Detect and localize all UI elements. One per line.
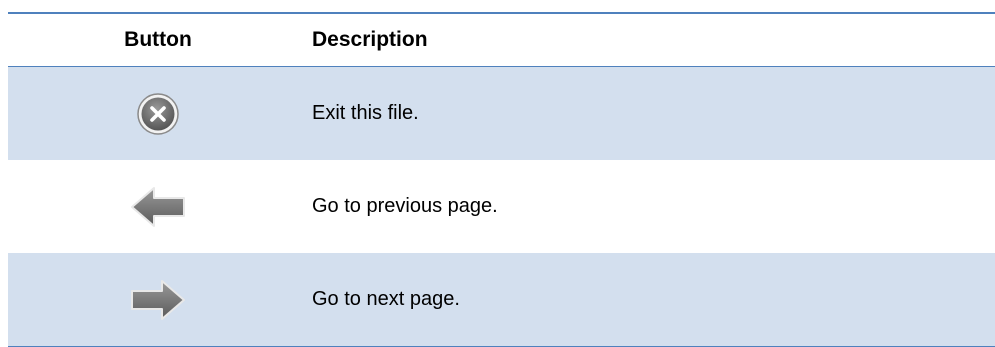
close-circle-icon[interactable] <box>136 92 180 136</box>
button-cell <box>8 278 308 322</box>
description-cell: Exit this file. <box>308 102 995 125</box>
button-cell <box>8 185 308 229</box>
table-row-previous: Go to previous page. <box>8 160 995 253</box>
arrow-left-icon[interactable] <box>129 185 187 229</box>
button-description-table: Button Description Exit this file. Go to… <box>8 0 995 347</box>
header-button-label: Button <box>124 28 192 51</box>
table-header-row: Button Description <box>8 14 995 67</box>
header-description-label: Description <box>312 28 428 51</box>
header-description-cell: Description <box>308 28 995 52</box>
description-text: Go to next page. <box>312 288 460 310</box>
description-text: Exit this file. <box>312 102 419 124</box>
description-cell: Go to previous page. <box>308 195 995 218</box>
description-text: Go to previous page. <box>312 195 498 217</box>
table-row-next: Go to next page. <box>8 253 995 346</box>
button-cell <box>8 92 308 136</box>
header-button-cell: Button <box>8 28 308 52</box>
arrow-right-icon[interactable] <box>129 278 187 322</box>
table-row-exit: Exit this file. <box>8 67 995 160</box>
description-cell: Go to next page. <box>308 288 995 311</box>
